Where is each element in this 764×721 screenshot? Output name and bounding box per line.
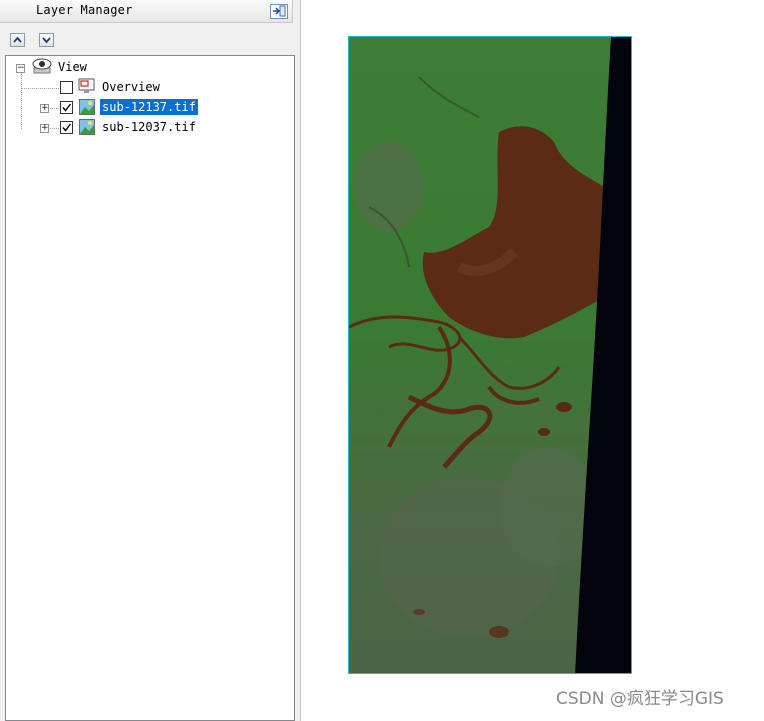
tree-item-label[interactable]: sub-12037.tif (100, 119, 198, 135)
tree-item-label[interactable]: sub-12137.tif (100, 99, 198, 115)
move-layer-down-button[interactable] (39, 33, 54, 47)
chevron-down-icon (42, 37, 51, 44)
raster-layer-icon (79, 119, 95, 135)
tree-connector (21, 88, 61, 89)
expand-layer-toggle[interactable]: + (40, 124, 49, 133)
checkmark-icon (62, 123, 72, 132)
eye-icon (32, 58, 52, 74)
tree-root-label[interactable]: View (56, 59, 89, 75)
dock-panel-button[interactable] (270, 4, 288, 19)
panel-title: Layer Manager (36, 3, 133, 17)
chevron-up-icon (13, 36, 22, 43)
move-layer-up-button[interactable] (10, 33, 25, 47)
layer-tree[interactable]: − View Overview + sub-12137.tif + sub-12… (5, 55, 295, 721)
pin-icon (273, 5, 286, 17)
tree-item-label[interactable]: Overview (100, 79, 162, 95)
collapse-view-toggle[interactable]: − (16, 64, 25, 73)
layer-visibility-checkbox[interactable] (60, 121, 73, 134)
layer-manager-panel: Layer Manager − View Overview + sub-1213… (0, 0, 301, 721)
overview-icon (78, 78, 95, 93)
panel-title-bar: Layer Manager (0, 0, 293, 23)
map-canvas[interactable] (348, 36, 632, 674)
layer-visibility-checkbox[interactable] (60, 101, 73, 114)
raster-layer-icon (79, 99, 95, 115)
tree-connector (21, 73, 22, 129)
overview-visibility-checkbox[interactable] (60, 81, 73, 94)
watermark: CSDN @疯狂学习GIS (556, 689, 724, 709)
checkmark-icon (62, 103, 72, 112)
expand-layer-toggle[interactable]: + (40, 104, 49, 113)
satellite-raster-image (349, 37, 631, 673)
